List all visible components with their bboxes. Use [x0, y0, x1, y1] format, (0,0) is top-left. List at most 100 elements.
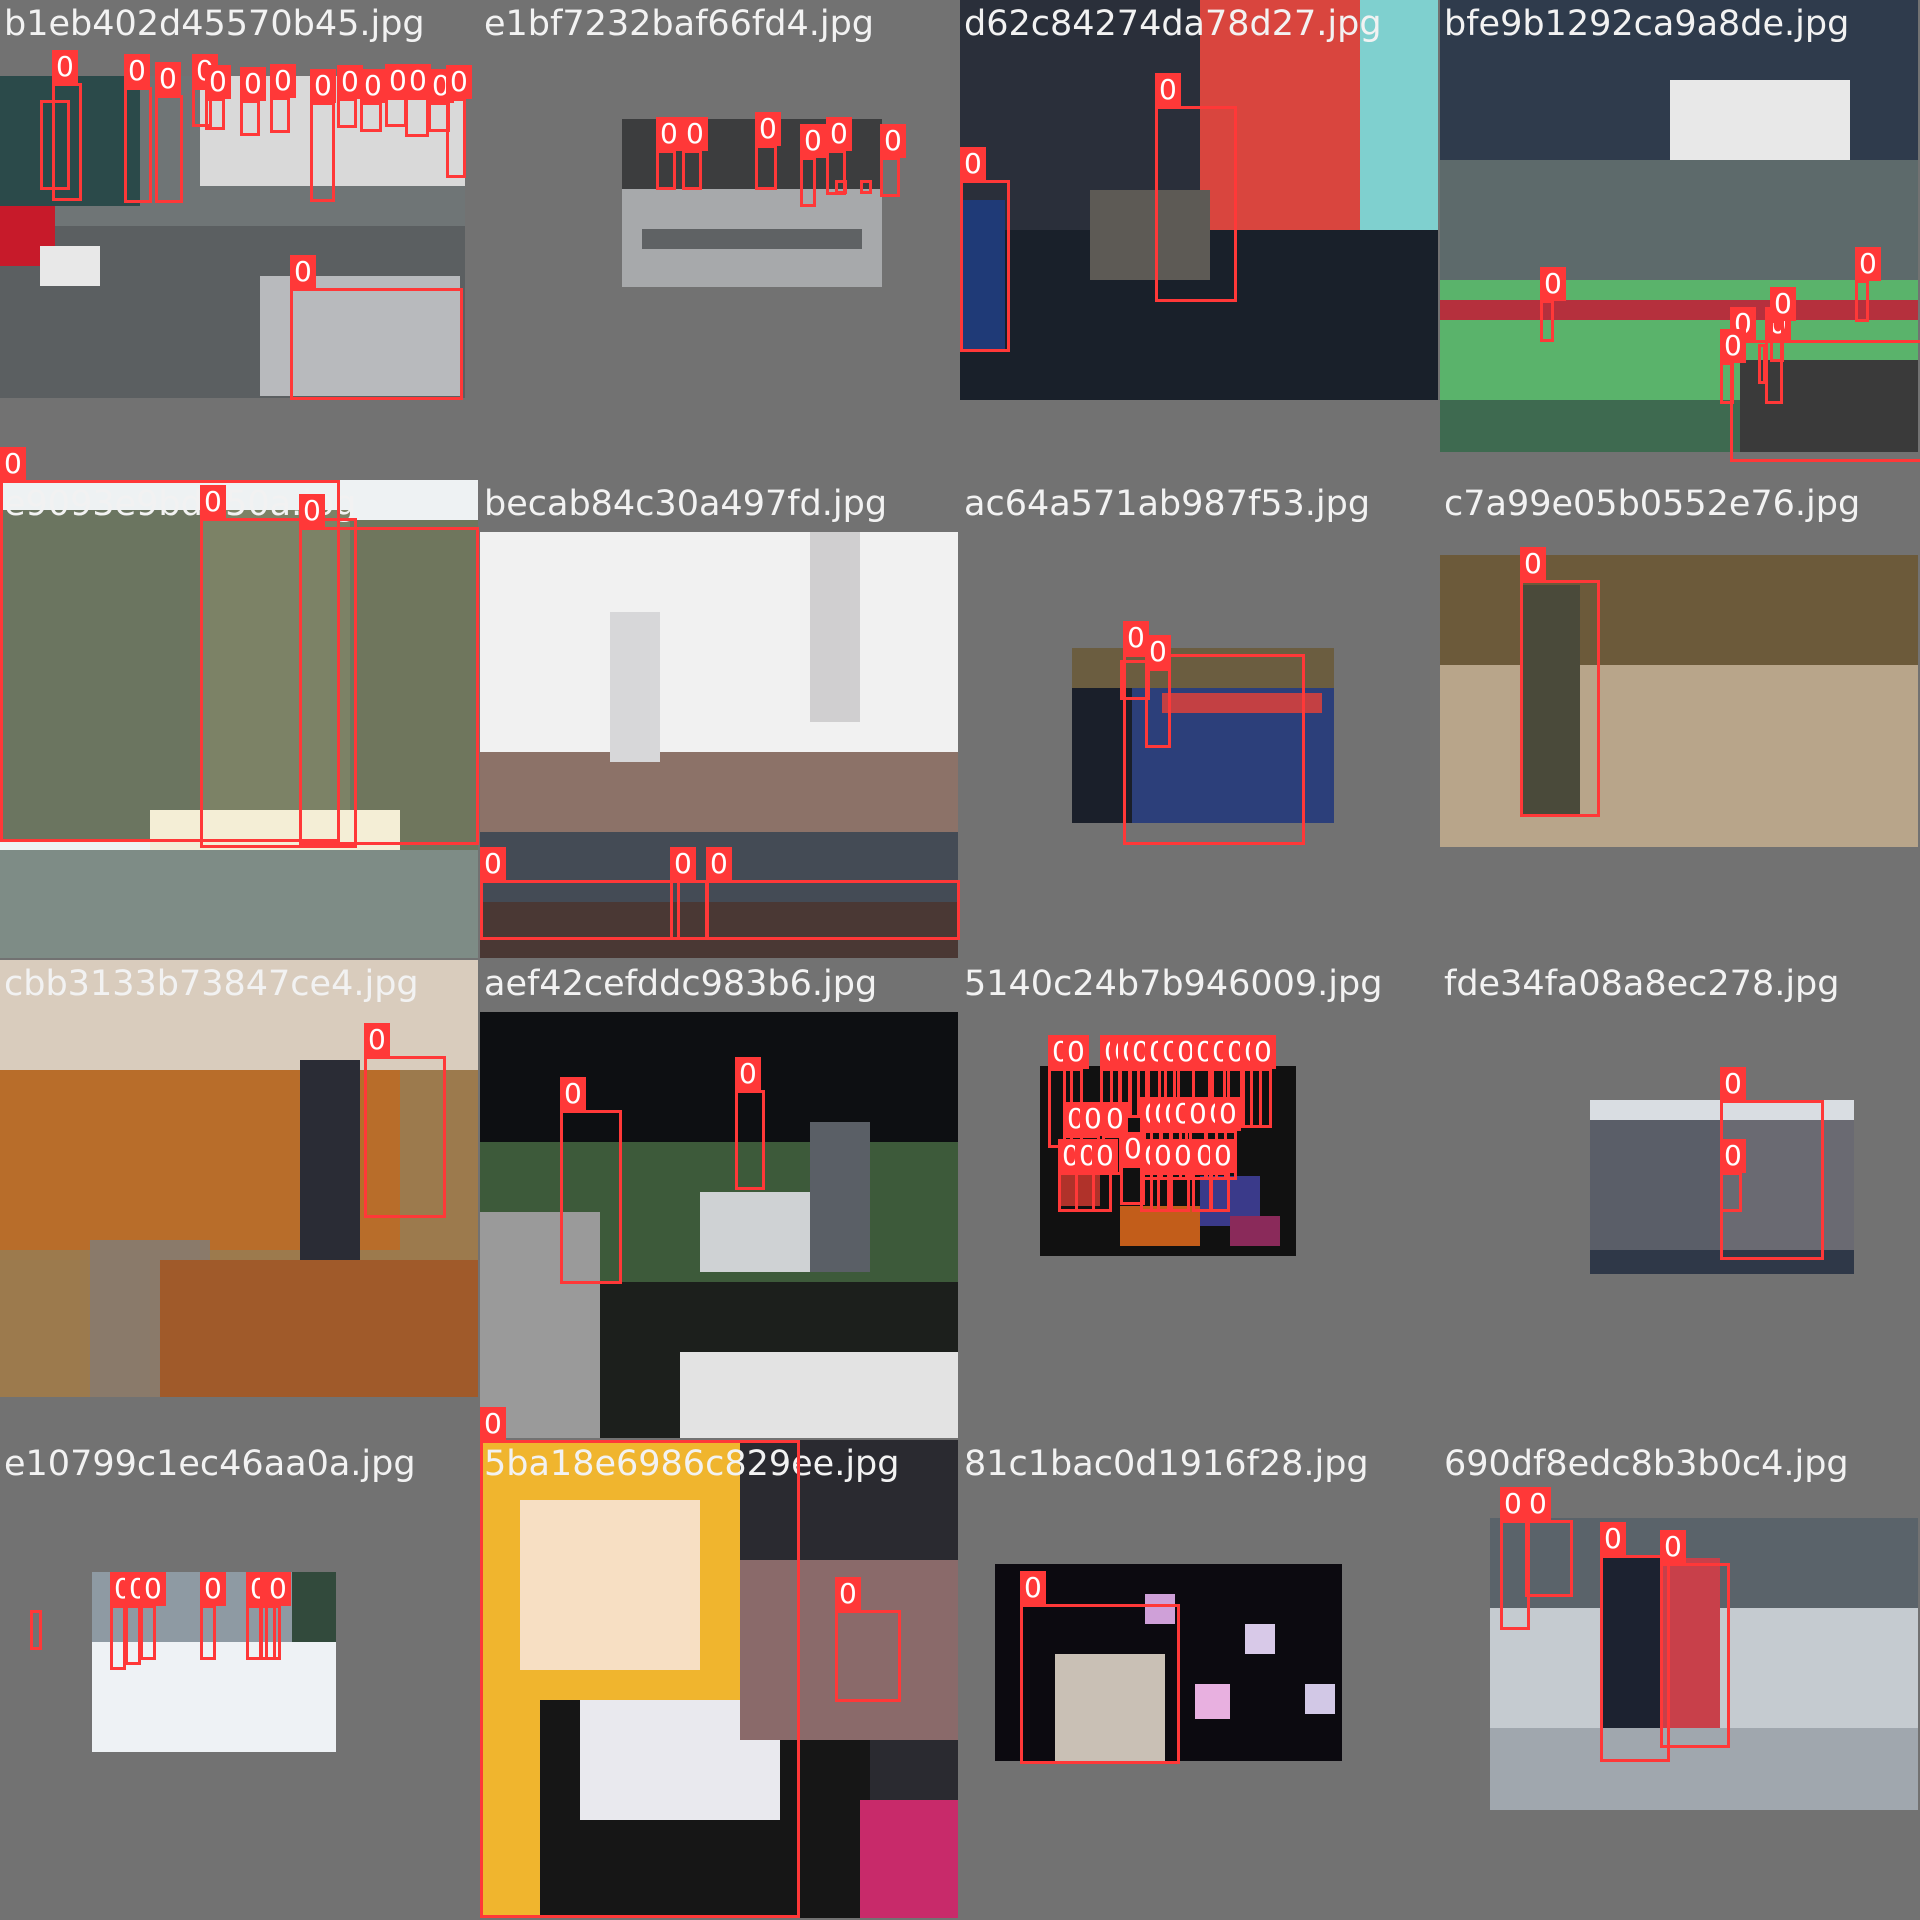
- detection-label: 0: [880, 124, 906, 158]
- detection-box: 0: [310, 69, 336, 202]
- detection-box: 0: [1660, 1530, 1730, 1748]
- detection-box: 0: [480, 1407, 800, 1918]
- detection-box: 0: [1520, 547, 1600, 817]
- detection-box: 0: [290, 255, 463, 400]
- mosaic-tile: e10799c1ec46aa0a.jpg0000000: [0, 1440, 478, 1918]
- tile-image: [480, 1012, 958, 1438]
- detection-box: 0: [960, 147, 1010, 352]
- detection-label: 0: [1525, 1487, 1551, 1521]
- detection-label: 0: [480, 847, 506, 881]
- detection-box: 0: [560, 1077, 622, 1284]
- detection-label: 0: [1520, 547, 1546, 581]
- detection-box: 0: [480, 847, 680, 940]
- detection-label: 0: [826, 117, 852, 151]
- detection-box: 0: [670, 847, 708, 940]
- tile-filename: e10799c1ec46aa0a.jpg: [4, 1444, 416, 1484]
- image-region: [1120, 1206, 1200, 1246]
- detection-box: 0: [1525, 1487, 1573, 1597]
- detection-label: 0: [755, 112, 781, 146]
- mosaic-tile: fde34fa08a8ec278.jpg 0 0: [1440, 960, 1918, 1438]
- image-region: [810, 532, 860, 722]
- mosaic-tile: aef42cefddc983b6.jpg 0 0: [480, 960, 958, 1438]
- mosaic-tile: e1bf7232baf66fd4.jpg 0 0 0 0 0 0: [480, 0, 958, 478]
- detection-box: 0: [140, 1572, 166, 1660]
- detection-box: 0: [1720, 1139, 1746, 1212]
- mosaic-tile: 81c1bac0d1916f28.jpg 0: [960, 1440, 1438, 1918]
- detection-box: 0: [706, 847, 960, 940]
- detection-label: 0: [1063, 1035, 1089, 1069]
- detection-label: 0: [1720, 329, 1746, 363]
- image-region: [1245, 1624, 1275, 1654]
- detection-label: 0: [265, 1572, 291, 1606]
- detection-box: 0: [656, 117, 682, 190]
- detection-box: 0: [1155, 73, 1237, 302]
- detection-label: 0: [1092, 1139, 1118, 1173]
- detection-box: 0: [240, 67, 266, 136]
- detection-label: 0: [1210, 1139, 1236, 1173]
- detection-box: 0: [1855, 247, 1881, 322]
- detection-box: 0: [1150, 1139, 1176, 1212]
- detection-label: 0: [735, 1057, 761, 1091]
- tile-filename: cbb3133b73847ce4.jpg: [4, 964, 419, 1004]
- image-region: [1440, 160, 1918, 280]
- image-region: [1195, 1684, 1230, 1719]
- detection-box: 0: [364, 1023, 446, 1218]
- detection-label: 0: [124, 54, 150, 88]
- tile-filename: bfe9b1292ca9a8de.jpg: [1444, 4, 1850, 44]
- detection-label: 0: [1720, 1139, 1746, 1173]
- image-region: [0, 850, 478, 958]
- detection-box: 0: [1092, 1139, 1118, 1212]
- image-region: [1440, 300, 1918, 320]
- detection-label: 0: [337, 65, 363, 99]
- detection-box: 0: [755, 112, 781, 190]
- detection-label: 0: [682, 117, 708, 151]
- detection-box: 0: [125, 1572, 151, 1665]
- detection-label: 0: [270, 64, 296, 98]
- detection-label: 0: [200, 1572, 226, 1606]
- detection-label: 0: [360, 69, 386, 103]
- detection-label: 0: [52, 50, 78, 84]
- detection-label: 0: [299, 494, 325, 528]
- image-region: [1440, 665, 1918, 847]
- detection-label: 0: [1250, 1035, 1276, 1069]
- detection-label: 0: [1102, 1102, 1128, 1136]
- image-region: [1440, 555, 1918, 665]
- detection-label: 0: [140, 1572, 166, 1606]
- detection-label: 0: [290, 255, 316, 289]
- detection-label: 0: [1660, 1530, 1686, 1564]
- detection-box: 0: [1020, 1571, 1180, 1764]
- mosaic-tile: ac64a571ab987f53.jpg 0 0: [960, 480, 1438, 958]
- detection-box: [40, 100, 70, 190]
- mosaic-tile: 690df8edc8b3b0c4.jpg 0 0 0 0: [1440, 1440, 1918, 1918]
- detection-label: 0: [656, 117, 682, 151]
- detection-label: 0: [800, 124, 826, 158]
- detection-label: 0: [670, 847, 696, 881]
- image-region: [610, 612, 660, 762]
- detection-box: 0: [110, 1572, 136, 1670]
- tile-filename: 81c1bac0d1916f28.jpg: [964, 1444, 1369, 1484]
- detection-label: 0: [1720, 1067, 1746, 1101]
- detection-box: [30, 1610, 42, 1650]
- detection-box: 0: [200, 1572, 226, 1660]
- tile-filename: ac64a571ab987f53.jpg: [964, 484, 1371, 524]
- detection-box: 0: [337, 65, 363, 128]
- mosaic-tile: c7a99e05b0552e76.jpg 0: [1440, 480, 1918, 958]
- detection-box: 0: [270, 64, 296, 133]
- detection-label: 0: [0, 447, 26, 481]
- image-region: [860, 1800, 958, 1918]
- detection-label: 0: [835, 1577, 861, 1611]
- detection-label: 0: [446, 65, 472, 99]
- detection-box: 0: [205, 65, 231, 130]
- tile-filename: 5140c24b7b946009.jpg: [964, 964, 1383, 1004]
- detection-box: 0: [835, 1577, 901, 1702]
- image-region: [810, 1122, 870, 1272]
- detection-box: 0: [405, 64, 431, 137]
- mosaic-tile: becab84c30a497fd.jpg 0 0 0: [480, 480, 960, 958]
- tile-image: [1440, 555, 1918, 847]
- detection-label: 0: [1155, 73, 1181, 107]
- mosaic-tile: b1eb402d45570b45.jpg000000000000000: [0, 0, 478, 478]
- detection-box: 0: [446, 65, 472, 178]
- image-region: [1590, 1120, 1720, 1270]
- mosaic-grid: b1eb402d45570b45.jpg000000000000000e1bf7…: [0, 0, 1920, 1920]
- detection-box: 0: [1210, 1139, 1236, 1212]
